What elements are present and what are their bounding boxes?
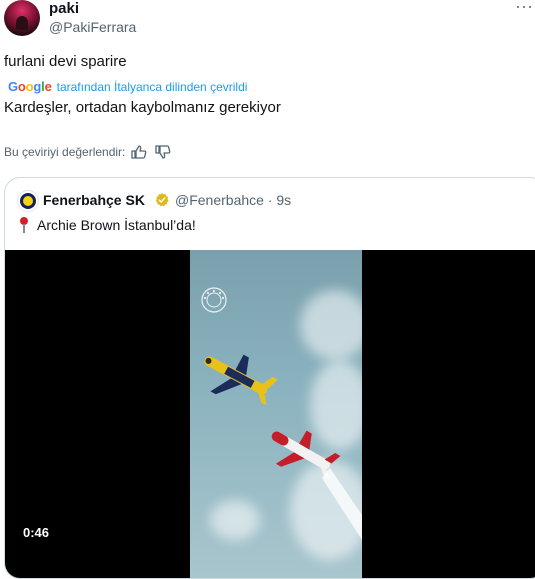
quoted-author-name[interactable]: Fenerbahçe SK	[43, 192, 145, 208]
aircraft-image	[204, 354, 362, 540]
video-player[interactable]: 0:46	[5, 250, 535, 578]
pin-icon	[19, 217, 29, 233]
thumbs-up-icon[interactable]	[131, 145, 147, 159]
translation-note: tarafından İtalyanca dilinden çevrildi	[56, 79, 248, 94]
author-name[interactable]: paki	[49, 0, 79, 17]
video-timestamp: 0:46	[23, 525, 50, 540]
thumbs-down-icon[interactable]	[155, 145, 171, 159]
verified-badge-icon	[155, 193, 169, 207]
quoted-author-handle[interactable]: @Fenerbahce · 9s	[175, 192, 291, 208]
author-avatar[interactable]	[4, 0, 40, 36]
quoted-author-avatar[interactable]	[17, 190, 39, 212]
video-frame	[190, 250, 362, 578]
rate-translation: Bu çeviriyi değerlendir:	[4, 145, 171, 159]
author-handle[interactable]: @PakiFerrara	[49, 19, 136, 35]
more-icon[interactable]	[517, 2, 533, 12]
original-tweet-text: furlani devi sparire	[4, 53, 127, 70]
google-logo: Google	[8, 79, 52, 94]
rate-translation-label: Bu çeviriyi değerlendir:	[4, 145, 126, 159]
translation-attribution[interactable]: Google tarafından İtalyanca dilinden çev…	[8, 79, 247, 94]
translated-text: Kardeşler, ortadan kaybolmanız gerekiyor	[4, 99, 281, 116]
quoted-text-line: Archie Brown İstanbul’da!	[19, 217, 196, 233]
quoted-tweet-card[interactable]: Fenerbahçe SK @Fenerbahce · 9s Archie Br…	[4, 177, 535, 579]
quoted-text: Archie Brown İstanbul’da!	[37, 217, 196, 233]
